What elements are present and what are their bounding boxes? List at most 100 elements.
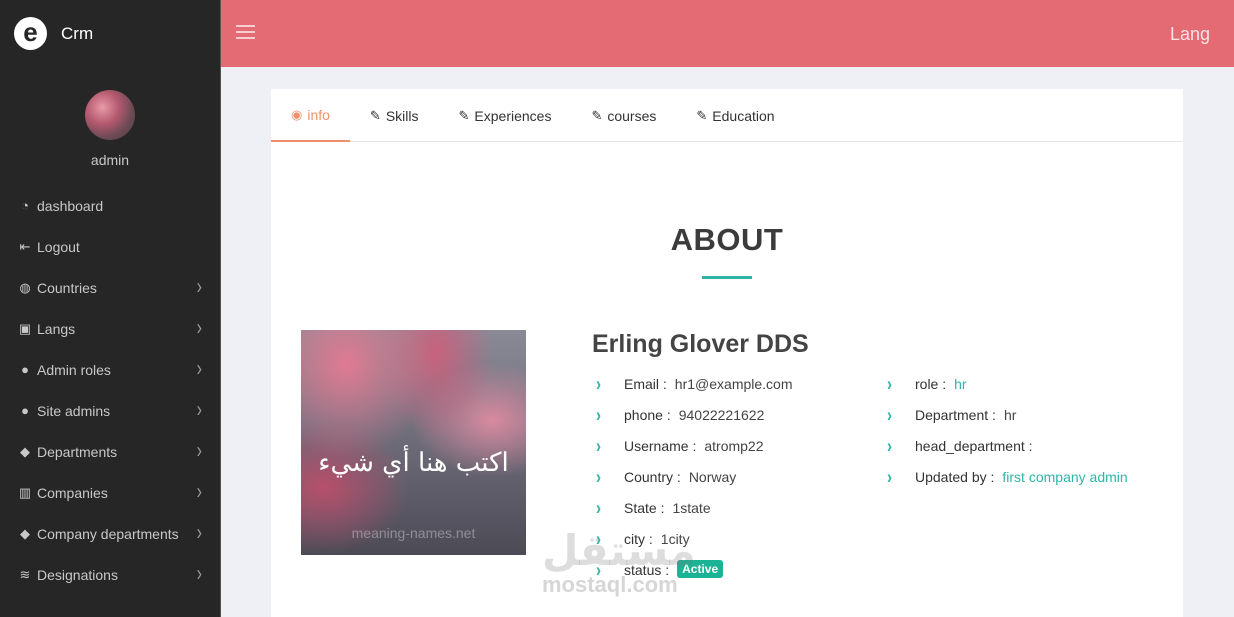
chevron-right-icon: › bbox=[596, 373, 601, 396]
pencil-icon: ✎ bbox=[696, 107, 708, 123]
hamburger-menu-icon[interactable] bbox=[236, 25, 255, 39]
chevron-right-icon: › bbox=[596, 497, 601, 520]
tab-skills[interactable]: ✎ Skills bbox=[350, 89, 439, 142]
tab-education[interactable]: ✎ Education bbox=[676, 89, 794, 142]
sidebar-item-departments[interactable]: ◆ Departments › bbox=[0, 431, 220, 472]
tab-label: Experiences bbox=[474, 107, 552, 124]
about-title: ABOUT bbox=[670, 222, 784, 257]
pencil-icon: ✎ bbox=[591, 107, 603, 123]
info-row-status: › status : Active bbox=[596, 559, 793, 593]
field-value[interactable]: first company admin bbox=[1002, 469, 1127, 485]
topbar: Lang bbox=[221, 0, 1234, 67]
chevron-right-icon: › bbox=[596, 559, 601, 582]
globe-icon: ◍ bbox=[19, 279, 31, 295]
chevron-right-icon: › bbox=[196, 315, 202, 340]
building-icon: ▥ bbox=[18, 484, 32, 500]
person-name: Erling Glover DDS bbox=[592, 330, 809, 358]
users-icon: ● bbox=[21, 403, 29, 418]
chevron-right-icon: › bbox=[596, 435, 601, 458]
field-label: head_department : bbox=[915, 438, 1033, 454]
sidebar-item-label: Designations bbox=[37, 566, 118, 583]
language-icon: ▣ bbox=[18, 320, 32, 336]
profile: admin bbox=[0, 90, 220, 168]
sidebar-item-label: dashboard bbox=[37, 197, 104, 214]
field-label: status : bbox=[624, 562, 670, 578]
info-row: › city : 1city bbox=[596, 528, 793, 562]
chevron-right-icon: › bbox=[196, 561, 202, 586]
info-row: › role : hr bbox=[887, 373, 1128, 407]
info-row: › phone : 94022221622 bbox=[596, 404, 793, 438]
field-label: city : bbox=[624, 531, 653, 547]
chevron-right-icon: › bbox=[596, 528, 601, 551]
photo-watermark: meaning-names.net bbox=[351, 525, 476, 541]
sidebar-item-langs[interactable]: ▣ Langs › bbox=[0, 308, 220, 349]
sidebar-item-label: Site admins bbox=[37, 402, 111, 419]
field-label: role : bbox=[915, 376, 947, 392]
info-list-left: › Email : hr1@example.com › phone : 940222216… bbox=[596, 373, 793, 593]
sidebar-item-label: Langs bbox=[37, 320, 76, 337]
chevron-right-icon: › bbox=[887, 404, 892, 427]
photo-caption: اكتب هنا أي شيء bbox=[318, 448, 509, 478]
chevron-right-icon: › bbox=[196, 356, 202, 381]
status-badge: Active bbox=[677, 560, 724, 578]
field-value: hr1@example.com bbox=[674, 376, 793, 392]
brand-logo-icon: e bbox=[14, 17, 47, 50]
info-row: › Email : hr1@example.com bbox=[596, 373, 793, 407]
tab-label: Education bbox=[712, 107, 775, 124]
chevron-right-icon: › bbox=[196, 479, 202, 504]
sidebar-item-logout[interactable]: ⇤ Logout bbox=[0, 226, 220, 267]
field-label: phone : bbox=[624, 407, 671, 423]
layers-icon: ≋ bbox=[19, 566, 31, 582]
sidebar-item-company-departments[interactable]: ◆ Company departments › bbox=[0, 513, 220, 554]
lang-button[interactable]: Lang bbox=[1170, 24, 1210, 45]
avatar[interactable] bbox=[85, 90, 135, 140]
field-value: 94022221622 bbox=[678, 407, 765, 423]
field-value: hr bbox=[1003, 407, 1017, 423]
pencil-icon: ✎ bbox=[369, 107, 381, 123]
info-row: › Department : hr bbox=[887, 404, 1128, 438]
eye-icon: ◉ bbox=[291, 106, 303, 122]
info-row: › head_department : bbox=[887, 435, 1128, 469]
field-value: 1state bbox=[672, 500, 711, 516]
chevron-right-icon: › bbox=[596, 466, 601, 489]
info-row: › State : 1state bbox=[596, 497, 793, 531]
info-row: › Updated by : first company admin bbox=[887, 466, 1128, 500]
sidebar-item-countries[interactable]: ◍ Countries › bbox=[0, 267, 220, 308]
field-label: State : bbox=[624, 500, 665, 516]
sidebar: e Crm admin ◔ dashboard ⇤ Logout ◍ Countries ›… bbox=[0, 0, 221, 617]
tab-label: Skills bbox=[385, 107, 419, 124]
gauge-icon: ◔ bbox=[21, 198, 29, 213]
sidebar-item-dashboard[interactable]: ◔ dashboard bbox=[0, 185, 220, 226]
info-row: › Country : Norway bbox=[596, 466, 793, 500]
field-label: Updated by : bbox=[915, 469, 995, 485]
chevron-right-icon: › bbox=[596, 404, 601, 427]
field-value[interactable]: hr bbox=[954, 376, 966, 392]
chevron-right-icon: › bbox=[196, 397, 202, 422]
profile-name: admin bbox=[90, 152, 130, 168]
brand-name: Crm bbox=[61, 23, 94, 43]
sidebar-item-label: Departments bbox=[37, 443, 118, 460]
tab-experiences[interactable]: ✎ Experiences bbox=[439, 89, 572, 142]
sidebar-item-label: Admin roles bbox=[37, 361, 111, 378]
sidebar-item-designations[interactable]: ≋ Designations › bbox=[0, 554, 220, 595]
field-value: 1city bbox=[660, 531, 690, 547]
sidebar-item-site-admins[interactable]: ● Site admins › bbox=[0, 390, 220, 431]
sidebar-item-label: Companies bbox=[37, 484, 108, 501]
title-underline bbox=[702, 276, 752, 279]
info-list-right: › role : hr › Department : hr › head_department… bbox=[887, 373, 1128, 500]
sidebar-item-companies[interactable]: ▥ Companies › bbox=[0, 472, 220, 513]
sidebar-item-admin-roles[interactable]: ● Admin roles › bbox=[0, 349, 220, 390]
chevron-right-icon: › bbox=[196, 520, 202, 545]
sidebar-item-label: Logout bbox=[37, 238, 80, 255]
chevron-right-icon: › bbox=[887, 466, 892, 489]
profile-photo: اكتب هنا أي شيء meaning-names.net bbox=[301, 330, 526, 555]
chevron-right-icon: › bbox=[887, 373, 892, 396]
tab-info[interactable]: ◉ info bbox=[271, 89, 350, 142]
brand[interactable]: e Crm bbox=[0, 0, 220, 67]
tab-label: courses bbox=[607, 107, 657, 124]
sidebar-item-label: Company departments bbox=[37, 525, 179, 542]
tab-courses[interactable]: ✎ courses bbox=[571, 89, 676, 142]
user-shield-icon: ● bbox=[21, 362, 29, 377]
tab-label: info bbox=[307, 106, 330, 123]
chevron-right-icon: › bbox=[196, 438, 202, 463]
